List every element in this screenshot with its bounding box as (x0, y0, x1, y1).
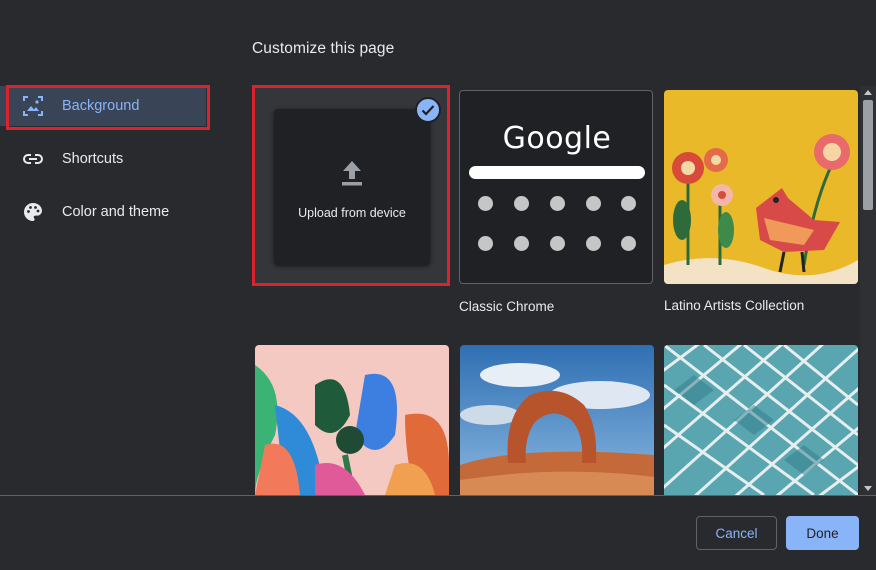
glass-building-photo (664, 345, 858, 495)
shortcut-dot (478, 236, 493, 251)
sidebar-item-label: Color and theme (62, 204, 170, 220)
shortcut-dot (586, 236, 601, 251)
shortcut-dot (586, 196, 601, 211)
searchbar-preview (469, 166, 645, 179)
sidebar-item-label: Shortcuts (62, 151, 124, 167)
floral-artwork (255, 345, 449, 495)
scroll-thumb[interactable] (863, 100, 873, 210)
delicate-arch-tile[interactable] (460, 345, 654, 495)
shortcut-dot (621, 236, 636, 251)
cancel-button[interactable]: Cancel (696, 516, 777, 550)
scrollbar[interactable] (860, 86, 876, 495)
upload-from-device-tile[interactable]: Upload from device (274, 109, 430, 265)
floral-art-tile[interactable] (255, 345, 449, 495)
shortcut-dot (478, 196, 493, 211)
sidebar-item-color-and-theme[interactable]: Color and theme (0, 192, 206, 232)
scroll-up-arrow-icon[interactable] (864, 90, 872, 95)
arch-landscape-photo (460, 345, 654, 495)
classic-chrome-tile[interactable]: Google (459, 90, 653, 284)
scroll-down-arrow-icon[interactable] (864, 486, 872, 491)
sidebar-item-background[interactable]: Background (0, 86, 206, 126)
selected-check-icon (415, 97, 441, 123)
palette-icon (24, 203, 42, 221)
shortcut-dot (621, 196, 636, 211)
upload-label: Upload from device (298, 206, 406, 220)
shortcut-dot (550, 236, 565, 251)
done-button[interactable]: Done (786, 516, 859, 550)
latino-artists-tile[interactable] (664, 90, 858, 284)
latino-artists-label: Latino Artists Collection (664, 298, 805, 313)
sidebar-item-shortcuts[interactable]: Shortcuts (0, 139, 206, 179)
dialog-title: Customize this page (252, 40, 395, 57)
shortcut-dot (514, 196, 529, 211)
background-image-icon (23, 96, 43, 116)
sidebar-item-label: Background (62, 98, 140, 114)
link-icon (23, 154, 43, 164)
upload-icon (342, 161, 362, 186)
footer-divider (0, 495, 876, 496)
google-logo-text: Google (502, 121, 612, 156)
architecture-tile[interactable] (664, 345, 858, 495)
classic-chrome-label: Classic Chrome (459, 299, 555, 314)
latino-artists-artwork (664, 90, 858, 284)
shortcut-dot (514, 236, 529, 251)
shortcut-dot (550, 196, 565, 211)
